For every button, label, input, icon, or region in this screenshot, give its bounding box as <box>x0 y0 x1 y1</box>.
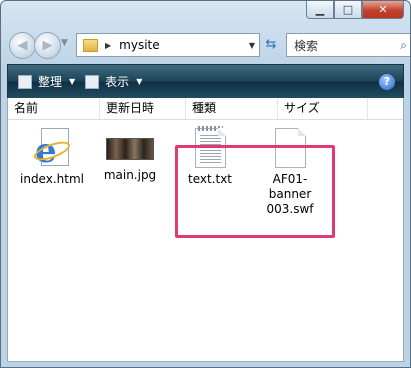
back-arrow-icon: ◀ <box>17 38 28 53</box>
organize-menu[interactable]: 整理 ▼ <box>18 73 75 90</box>
explorer-window: ▁ □ ✕ ◀ ▶ ▼ ▶ mysite ▼ ⇆ 検索 ⌕ 整理 ▼ 表示 ▼ … <box>0 0 411 368</box>
internet-explorer-html-icon: e <box>31 128 73 168</box>
recent-pages-dropdown[interactable]: ▼ <box>61 38 68 48</box>
command-toolbar: 整理 ▼ 表示 ▼ ? <box>7 64 404 99</box>
column-header-name[interactable]: 名前 <box>8 98 100 119</box>
organize-dropdown-icon: ▼ <box>69 77 76 86</box>
navigation-bar: ◀ ▶ ▼ ▶ mysite ▼ ⇆ 検索 ⌕ <box>7 30 410 60</box>
organize-icon <box>18 74 32 89</box>
minimize-button[interactable]: ▁ <box>306 1 334 19</box>
file-item-main-jpg[interactable]: main.jpg <box>94 128 166 183</box>
address-dropdown-icon[interactable]: ▼ <box>249 41 255 50</box>
file-icons-area: e index.html main.jpg text.txt AF01-bann… <box>8 120 403 361</box>
search-placeholder: 検索 <box>294 38 319 53</box>
search-icon[interactable]: ⌕ <box>400 38 407 53</box>
selection-highlight-box <box>175 145 335 238</box>
file-name: main.jpg <box>103 168 157 182</box>
folder-icon <box>83 38 98 52</box>
view-dropdown-icon: ▼ <box>136 77 143 86</box>
forward-button[interactable]: ▶ <box>34 32 61 59</box>
column-header-modified[interactable]: 更新日時 <box>100 98 186 119</box>
help-icon[interactable]: ? <box>379 73 395 90</box>
breadcrumb-separator-icon[interactable]: ▶ <box>105 41 111 50</box>
refresh-icon: ⇆ <box>265 36 277 52</box>
caption-buttons: ▁ □ ✕ <box>306 1 404 19</box>
column-headers: 名前 更新日時 種類 サイズ <box>8 98 403 120</box>
maximize-button[interactable]: □ <box>334 1 362 19</box>
column-header-size[interactable]: サイズ <box>278 98 368 119</box>
view-icon <box>85 74 100 89</box>
organize-label: 整理 <box>38 75 63 89</box>
jpg-thumbnail-icon <box>106 138 154 160</box>
close-button[interactable]: ✕ <box>362 1 404 19</box>
back-button[interactable]: ◀ <box>9 32 36 59</box>
search-box[interactable]: 検索 ⌕ <box>286 33 410 57</box>
forward-arrow-icon: ▶ <box>42 38 53 53</box>
breadcrumb-mysite[interactable]: mysite <box>119 38 159 52</box>
file-item-index-html[interactable]: e index.html <box>16 128 88 187</box>
column-header-type[interactable]: 種類 <box>186 98 278 119</box>
refresh-button[interactable]: ⇆ <box>260 33 282 55</box>
view-menu[interactable]: 表示 ▼ <box>85 73 142 90</box>
file-list-pane: 名前 更新日時 種類 サイズ e index.html main.jpg tex… <box>7 98 404 362</box>
address-bar[interactable]: ▶ mysite ▼ <box>76 33 260 57</box>
view-label: 表示 <box>105 75 130 89</box>
file-name: index.html <box>20 172 84 186</box>
